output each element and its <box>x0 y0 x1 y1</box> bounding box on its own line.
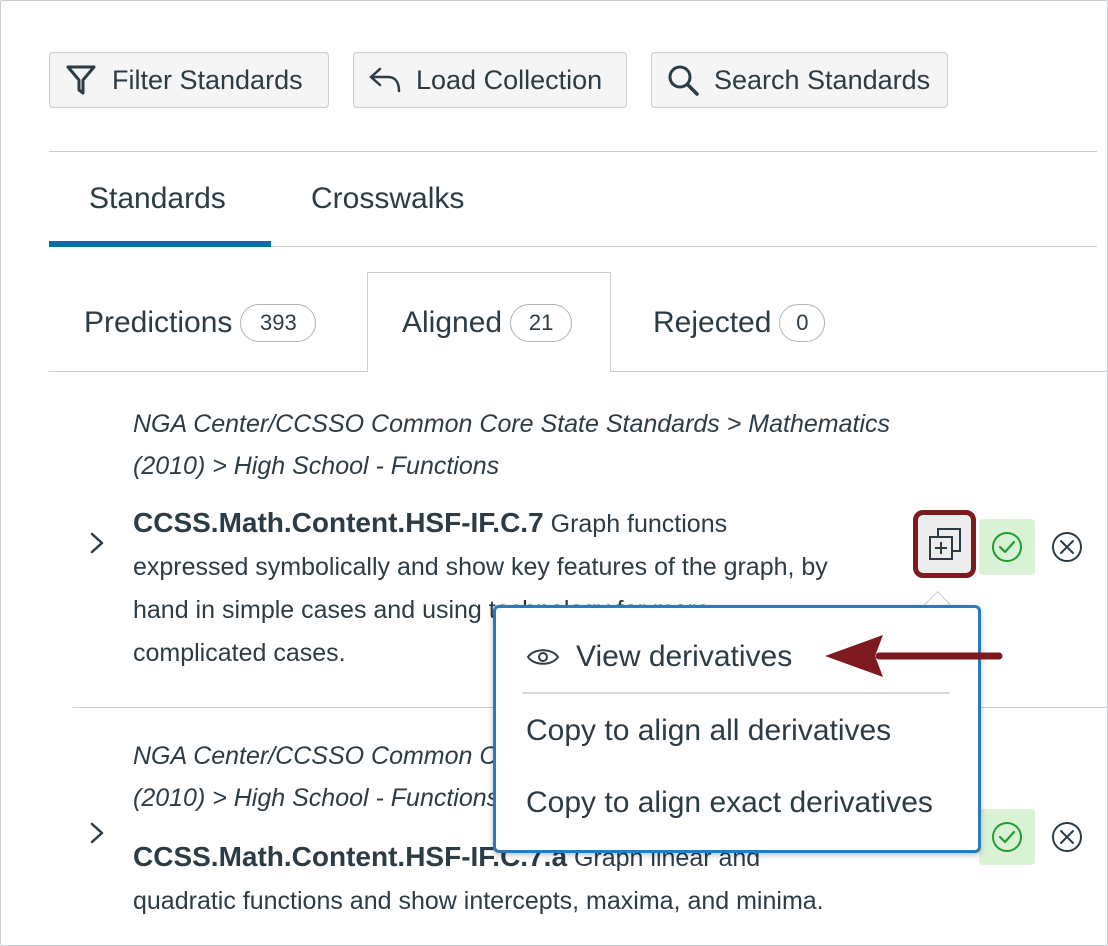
expand-chevron-icon[interactable] <box>85 531 109 555</box>
subtab-rejected[interactable]: Rejected 0 <box>653 304 826 342</box>
check-circle-icon <box>992 532 1022 562</box>
rejected-count-badge: 0 <box>779 304 826 342</box>
filter-standards-label: Filter Standards <box>112 64 303 95</box>
undo-arrow-icon <box>368 63 402 97</box>
menu-item-copy-all-derivatives[interactable]: Copy to align all derivatives <box>526 714 891 748</box>
filter-standards-button[interactable]: Filter Standards <box>49 52 329 108</box>
search-icon <box>666 63 700 97</box>
standard-desc-line: quadratic functions and show intercepts,… <box>133 887 824 915</box>
load-collection-label: Load Collection <box>416 64 603 95</box>
filter-icon <box>64 63 98 97</box>
subtab-predictions[interactable]: Predictions 393 <box>84 304 317 342</box>
accept-button[interactable] <box>979 809 1035 865</box>
tab-standards[interactable]: Standards <box>89 182 226 216</box>
aligned-count-badge: 21 <box>510 304 573 342</box>
search-standards-button[interactable]: Search Standards <box>651 52 948 108</box>
menu-item-view-derivatives[interactable]: View derivatives <box>526 640 792 674</box>
load-collection-button[interactable]: Load Collection <box>353 52 627 108</box>
reject-button[interactable] <box>1049 529 1085 565</box>
eye-icon <box>526 649 560 665</box>
reject-button[interactable] <box>1049 819 1085 855</box>
subtab-aligned-label: Aligned <box>402 306 503 339</box>
accept-button[interactable] <box>979 519 1035 575</box>
menu-item-copy-exact-derivatives[interactable]: Copy to align exact derivatives <box>526 786 933 820</box>
copy-derivatives-button[interactable] <box>913 510 976 578</box>
check-circle-icon <box>992 822 1022 852</box>
search-standards-label: Search Standards <box>714 64 931 95</box>
menu-item-label: View derivatives <box>576 640 793 673</box>
standards-panel: Filter Standards Load Collection Search … <box>0 0 1108 946</box>
standard-code: CCSS.Math.Content.HSF-IF.C.7 <box>133 507 544 538</box>
callout-arrow-icon <box>825 635 1003 677</box>
expand-chevron-icon[interactable] <box>85 821 109 845</box>
standard-desc-line: expressed symbolically and show key feat… <box>133 553 828 581</box>
copy-plus-icon <box>928 528 961 560</box>
subtab-predictions-label: Predictions <box>84 306 233 339</box>
menu-divider <box>522 692 950 694</box>
tab-crosswalks[interactable]: Crosswalks <box>311 182 464 216</box>
predictions-count-badge: 393 <box>240 304 317 342</box>
subtab-aligned[interactable]: Aligned 21 <box>402 304 573 342</box>
toolbar-divider <box>49 151 1097 152</box>
standard-path-line: (2010) > High School - Functions <box>133 452 500 480</box>
active-tab-indicator <box>49 241 271 247</box>
standard-desc-line: Graph functions <box>550 510 728 538</box>
standard-path-line: NGA Center/CCSSO Common Core State Stand… <box>133 410 891 438</box>
close-circle-icon <box>1052 822 1082 852</box>
subtab-rejected-label: Rejected <box>653 306 772 339</box>
standard-path-line: (2010) > High School - Functions <box>133 784 500 812</box>
close-circle-icon <box>1052 532 1082 562</box>
